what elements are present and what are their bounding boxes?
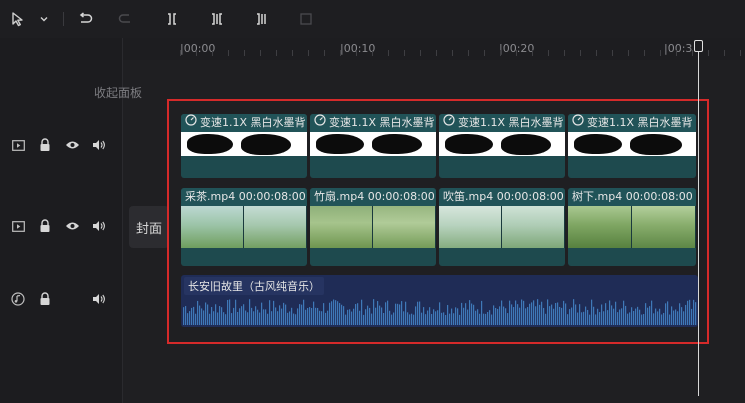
ruler-tick <box>340 50 341 56</box>
ruler-tick <box>388 50 389 56</box>
ruler-tick <box>692 50 693 56</box>
ruler-tick <box>452 50 453 56</box>
ruler-tick <box>468 50 469 56</box>
ruler-tick <box>740 50 741 56</box>
delete-icon <box>296 9 316 29</box>
ruler-tick <box>292 50 293 56</box>
ruler-tick <box>596 50 597 56</box>
audio-track-icon <box>10 291 26 307</box>
toolbar-divider <box>63 12 64 26</box>
ruler-tick <box>708 50 709 56</box>
ruler-tick <box>436 50 437 56</box>
collapse-panel-button[interactable]: 收起面板 <box>94 84 142 101</box>
ruler-tick <box>676 50 677 56</box>
ruler-tick-label: |00:10 <box>340 42 376 55</box>
audio-track-controls <box>10 291 107 307</box>
lock-icon[interactable] <box>37 218 53 234</box>
ruler-tick-label: |00:3 <box>664 42 693 55</box>
overlay-track-controls <box>10 137 107 153</box>
ruler-tick <box>276 50 277 56</box>
ruler-tick-label: |00:00 <box>180 42 216 55</box>
undo-icon[interactable] <box>75 9 95 29</box>
ruler-tick <box>260 50 261 56</box>
ruler-tick <box>212 50 213 56</box>
ruler-tick <box>564 50 565 56</box>
trim-right-icon[interactable] <box>252 9 272 29</box>
trim-left-icon[interactable] <box>207 9 227 29</box>
ruler-tick <box>532 50 533 56</box>
eye-icon[interactable] <box>64 137 80 153</box>
playhead-handle[interactable] <box>694 40 703 52</box>
timeline-toolbar <box>0 0 745 39</box>
lock-icon[interactable] <box>37 291 53 307</box>
volume-icon[interactable] <box>91 137 107 153</box>
ruler-tick <box>228 50 229 56</box>
ruler-tick <box>404 50 405 56</box>
split-icon[interactable] <box>162 9 182 29</box>
ruler-tick <box>660 50 661 56</box>
ruler-tick <box>612 50 613 56</box>
cursor-select-icon[interactable] <box>8 9 28 29</box>
ruler-tick <box>644 50 645 56</box>
ruler-tick <box>356 50 357 56</box>
ruler-tick <box>516 50 517 56</box>
ruler-tick <box>724 50 725 56</box>
playhead-line <box>698 46 699 396</box>
ruler-tick <box>372 50 373 56</box>
volume-icon[interactable] <box>91 291 107 307</box>
ruler-tick <box>628 50 629 56</box>
ruler-tick <box>308 50 309 56</box>
ruler-tick <box>548 50 549 56</box>
selection-highlight-box <box>167 99 709 344</box>
cover-button[interactable]: 封面 <box>129 206 169 248</box>
ruler-tick <box>324 50 325 56</box>
ruler-tick <box>420 50 421 56</box>
ruler-tick <box>484 50 485 56</box>
video-track-icon <box>10 218 26 234</box>
ruler-tick <box>244 50 245 56</box>
ruler-tick <box>500 50 501 56</box>
redo-icon <box>116 9 136 29</box>
main-track-controls <box>10 218 107 234</box>
chevron-down-icon[interactable] <box>34 9 54 29</box>
lock-icon[interactable] <box>37 137 53 153</box>
ruler-tick <box>580 50 581 56</box>
time-ruler[interactable]: |00:00 |00:10 |00:20 |00:3 <box>122 38 745 60</box>
ruler-tick <box>196 50 197 56</box>
ruler-tick <box>180 50 181 56</box>
eye-icon[interactable] <box>64 218 80 234</box>
volume-icon[interactable] <box>91 218 107 234</box>
video-track-icon <box>10 137 26 153</box>
